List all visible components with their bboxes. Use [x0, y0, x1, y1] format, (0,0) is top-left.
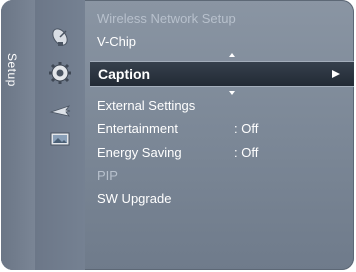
- scroll-up-indicator: [229, 53, 235, 57]
- picture-icon[interactable]: [47, 126, 73, 152]
- menu-item-label: External Settings: [97, 98, 196, 113]
- menu-item-energy-saving[interactable]: Energy Saving : Off: [97, 142, 258, 164]
- menu-item-value: : Off: [234, 121, 259, 136]
- menu-item-label: SW Upgrade: [97, 191, 172, 206]
- menu-item-label: Caption: [98, 66, 151, 82]
- menu-item-caption[interactable]: Caption: [90, 61, 354, 87]
- menu-item-wireless-network-setup[interactable]: Wireless Network Setup: [97, 8, 236, 30]
- osd-menu-panel: Setup Wireless Network Setup V-Chip Capt…: [1, 0, 354, 270]
- setup-tab-label: Setup: [5, 53, 19, 87]
- setup-menu-list: Wireless Network Setup V-Chip Caption Ex…: [85, 0, 354, 270]
- menu-item-pip: PIP: [97, 165, 118, 187]
- menu-item-label: Entertainment: [97, 121, 178, 136]
- menu-item-label: V-Chip: [97, 34, 137, 49]
- menu-item-label: Energy Saving: [97, 145, 182, 160]
- scroll-down-indicator: [229, 91, 235, 95]
- plane-icon[interactable]: [47, 98, 73, 124]
- menu-item-external-settings[interactable]: External Settings: [97, 95, 195, 117]
- category-icon-column: [35, 0, 121, 270]
- menu-item-label: PIP: [97, 168, 118, 183]
- gear-icon[interactable]: [47, 60, 73, 86]
- menu-item-sw-upgrade[interactable]: SW Upgrade: [97, 188, 171, 210]
- play-arrow-icon: [332, 70, 340, 78]
- menu-item-v-chip[interactable]: V-Chip: [97, 31, 136, 53]
- satellite-dish-icon[interactable]: [47, 24, 73, 50]
- tv-menu-frame: Setup Wireless Network Setup V-Chip Capt…: [0, 0, 356, 272]
- setup-tab[interactable]: Setup: [1, 0, 36, 270]
- menu-item-entertainment[interactable]: Entertainment : Off: [97, 118, 258, 140]
- menu-item-value: : Off: [234, 145, 259, 160]
- menu-item-label: Wireless Network Setup: [97, 11, 236, 26]
